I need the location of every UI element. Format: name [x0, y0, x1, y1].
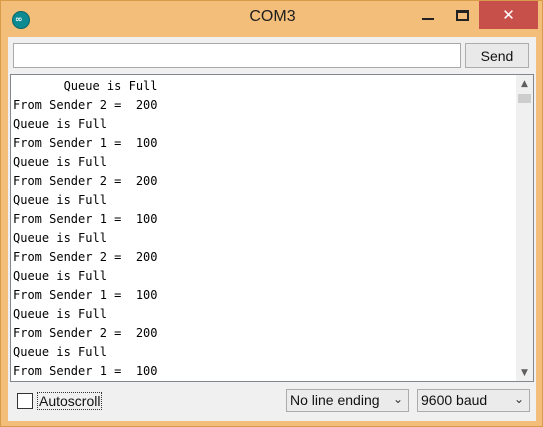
- close-button[interactable]: ✕: [479, 1, 538, 29]
- autoscroll-label[interactable]: Autoscroll: [37, 392, 103, 410]
- minimize-button[interactable]: [411, 1, 445, 29]
- serial-monitor-window: ∞ COM3 ✕ Send Queue is Full From Sender 2…: [0, 0, 543, 427]
- output-line: Queue is Full: [13, 269, 107, 283]
- output-line: From Sender 2 = 200: [13, 250, 158, 264]
- output-line: From Sender 1 = 100: [13, 212, 158, 226]
- line-ending-select[interactable]: No line ending ⌄: [286, 389, 409, 412]
- scroll-down-icon[interactable]: ▼: [516, 364, 533, 381]
- close-icon: ✕: [502, 6, 515, 24]
- output-line: From Sender 2 = 200: [13, 174, 158, 188]
- output-line: Queue is Full: [13, 155, 107, 169]
- maximize-button[interactable]: [447, 1, 477, 29]
- output-line: From Sender 1 = 100: [13, 288, 158, 302]
- scroll-up-icon[interactable]: ▲: [516, 75, 533, 92]
- client-area: Send Queue is Full From Sender 2 = 200 Que…: [8, 37, 536, 421]
- autoscroll-toggle[interactable]: Autoscroll: [17, 392, 103, 410]
- minimize-icon: [422, 18, 434, 20]
- line-ending-value: No line ending: [290, 392, 380, 408]
- output-line: Queue is Full: [13, 345, 107, 359]
- chevron-down-icon: ⌄: [392, 392, 403, 406]
- vertical-scrollbar[interactable]: ▲ ▼: [516, 75, 533, 381]
- output-line: From Sender 2 = 200: [13, 98, 158, 112]
- output-line: Queue is Full: [13, 231, 107, 245]
- output-line: Queue is Full: [13, 79, 158, 93]
- maximize-icon: [455, 9, 469, 21]
- chevron-down-icon: ⌄: [513, 392, 524, 406]
- send-button[interactable]: Send: [465, 43, 529, 68]
- title-bar[interactable]: ∞ COM3 ✕: [1, 1, 542, 37]
- baud-rate-select[interactable]: 9600 baud ⌄: [417, 389, 530, 412]
- output-line: From Sender 2 = 200: [13, 326, 158, 340]
- serial-output[interactable]: Queue is Full From Sender 2 = 200 Queue is…: [10, 74, 534, 382]
- scroll-thumb[interactable]: [518, 94, 531, 103]
- baud-rate-value: 9600 baud: [421, 392, 488, 408]
- output-line: From Sender 1 = 100: [13, 136, 158, 150]
- serial-input-field[interactable]: [13, 43, 461, 68]
- output-line: Queue is Full: [13, 307, 107, 321]
- output-line: From Sender 1 = 100: [13, 364, 158, 378]
- autoscroll-checkbox[interactable]: [17, 393, 33, 409]
- footer-bar: Autoscroll No line ending ⌄ 9600 baud ⌄: [8, 387, 536, 415]
- output-lines: Queue is Full From Sender 2 = 200 Queue is…: [13, 78, 513, 381]
- output-line: Queue is Full: [13, 193, 107, 207]
- output-line: Queue is Full: [13, 117, 107, 131]
